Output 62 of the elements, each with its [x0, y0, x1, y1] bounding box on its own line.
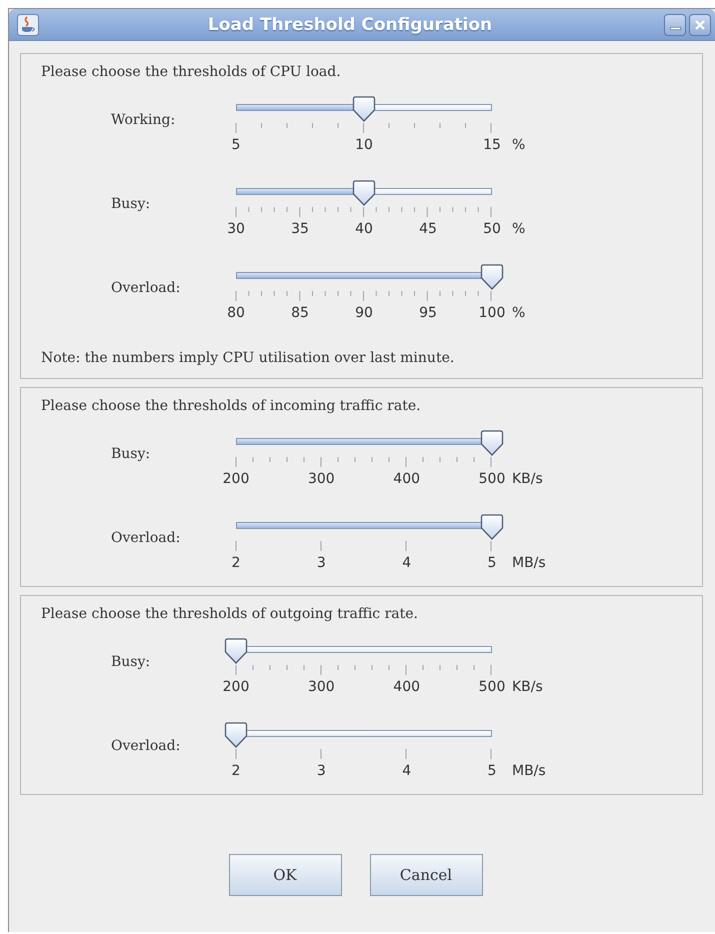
tick-label: 45	[419, 221, 437, 237]
unit-label: KB/s	[512, 679, 543, 695]
slider-thumb[interactable]	[224, 638, 248, 664]
tick-label: 4	[402, 763, 412, 779]
minimize-icon	[670, 27, 680, 30]
slider-label: Overload:	[111, 280, 182, 296]
slider-label: Overload:	[111, 738, 182, 754]
minimize-button[interactable]	[664, 14, 686, 36]
slider-label: Busy:	[111, 654, 152, 670]
tick-label: 50	[483, 221, 501, 237]
close-button[interactable]	[689, 14, 711, 36]
coffee-cup-icon	[17, 14, 39, 36]
tick-label: 500	[478, 471, 506, 487]
window-title: Load Threshold Configuration	[206, 14, 494, 34]
slider-label: Overload:	[111, 530, 182, 546]
tick-label: 30	[227, 221, 245, 237]
tick-label: 35	[291, 221, 309, 237]
tick-label: 3	[316, 555, 326, 571]
unit-label: MB/s	[512, 763, 546, 779]
panel-heading: Please choose the thresholds of incoming traffic rate.	[41, 398, 422, 414]
tick-label: 3	[316, 763, 326, 779]
slider-thumb[interactable]	[352, 96, 376, 122]
tick-label: 85	[291, 305, 309, 321]
slider-thumb[interactable]	[224, 722, 248, 748]
tick-label: 2	[232, 555, 240, 571]
unit-label: %	[512, 305, 526, 321]
slider-thumb[interactable]	[480, 430, 504, 456]
tick-label: 5	[488, 555, 496, 571]
slider-label: Busy:	[111, 446, 152, 462]
tick-label: 300	[308, 471, 335, 487]
tick-label: 200	[222, 679, 250, 695]
tick-label: 95	[419, 305, 437, 321]
tick-label: 400	[393, 471, 420, 487]
slider-label: Working:	[111, 112, 176, 128]
tick-label: 4	[402, 555, 412, 571]
tick-label: 5	[232, 137, 240, 153]
dialog-button[interactable]: OK	[228, 854, 342, 896]
panel-heading: Please choose the thresholds of CPU load.	[41, 64, 342, 80]
unit-label: %	[512, 221, 526, 237]
close-icon	[694, 18, 706, 30]
panel-heading: Please choose the thresholds of outgoing traffic rate.	[41, 606, 419, 622]
unit-label: KB/s	[512, 471, 543, 487]
dialog-button[interactable]: Cancel	[370, 854, 482, 896]
slider-label: Busy:	[111, 196, 152, 212]
tick-label: 10	[355, 137, 373, 153]
note-text: Note: the numbers imply CPU utilisation over last minute.	[41, 350, 456, 366]
unit-label: %	[512, 137, 526, 153]
slider-thumb[interactable]	[480, 264, 504, 290]
slider-thumb[interactable]	[480, 514, 504, 540]
tick-label: 2	[232, 763, 240, 779]
tick-label: 200	[222, 471, 250, 487]
tick-label: 500	[478, 679, 506, 695]
tick-label: 100	[478, 305, 506, 321]
slider-thumb[interactable]	[352, 180, 376, 206]
tick-label: 400	[393, 679, 420, 695]
tick-label: 80	[227, 305, 245, 321]
tick-label: 15	[483, 137, 501, 153]
unit-label: MB/s	[512, 555, 546, 571]
tick-label: 40	[355, 221, 373, 237]
tick-label: 5	[488, 763, 496, 779]
tick-label: 90	[355, 305, 373, 321]
tick-label: 300	[308, 679, 335, 695]
